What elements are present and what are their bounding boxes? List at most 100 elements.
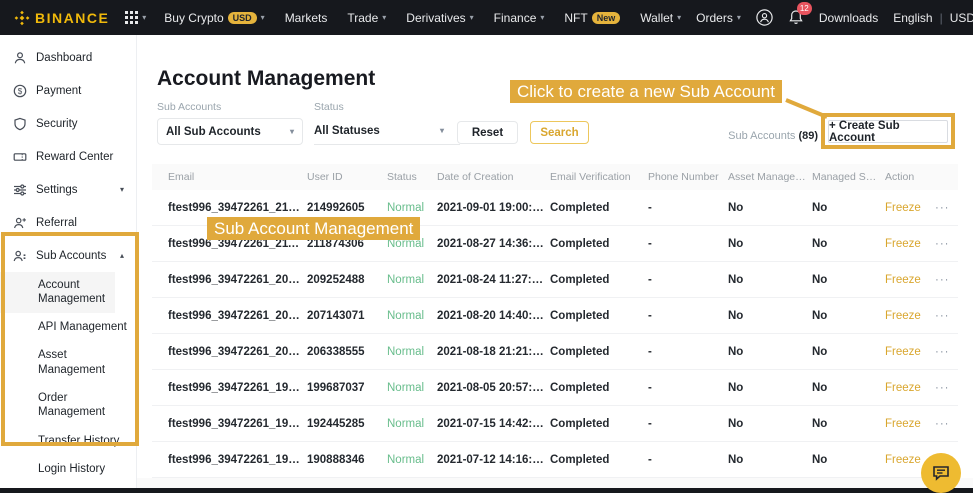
cell-managed-sub-account: No bbox=[812, 274, 885, 286]
column-header-status: Status bbox=[387, 171, 437, 183]
language-selector[interactable]: English bbox=[893, 11, 932, 25]
column-header-email: Email bbox=[168, 171, 307, 183]
cell-asset-management: No bbox=[728, 202, 812, 214]
currency-selector[interactable]: USD bbox=[950, 11, 973, 25]
freeze-action-link[interactable]: Freeze bbox=[885, 346, 935, 358]
footer-bar bbox=[0, 488, 973, 493]
cell-user-id: 190888346 bbox=[307, 454, 387, 466]
top-navbar: BINANCE ▾ Buy Crypto USD ▾ Markets bbox=[0, 0, 973, 35]
chevron-down-icon: ▾ bbox=[290, 128, 294, 136]
cell-email: ftest996_39472261_207... bbox=[168, 310, 307, 322]
chevron-down-icon: ▾ bbox=[382, 14, 386, 22]
cell-email-verification: Completed bbox=[550, 202, 648, 214]
column-header-date-of-creation: Date of Creation bbox=[437, 171, 550, 183]
app-grid-menu[interactable]: ▾ bbox=[125, 11, 146, 24]
sidebar-subitem-login-history[interactable]: Login History bbox=[0, 455, 136, 483]
cell-status: Normal bbox=[387, 346, 437, 358]
cell-email: ftest996_39472261_206... bbox=[168, 346, 307, 358]
cell-managed-sub-account: No bbox=[812, 346, 885, 358]
cell-email: ftest996_39472261_190... bbox=[168, 454, 307, 466]
cell-date-of-creation: 2021-08-18 21:21:00 bbox=[437, 346, 550, 358]
cell-phone-number: - bbox=[648, 382, 728, 394]
sub-accounts-summary: Sub Accounts(89) bbox=[660, 130, 818, 142]
freeze-action-link[interactable]: Freeze bbox=[885, 274, 935, 286]
table-row: ftest996_39472261_206... 206338555 Norma… bbox=[152, 334, 958, 370]
sidebar-item-reward-center[interactable]: Reward Center bbox=[0, 140, 136, 173]
cell-email: ftest996_39472261_192... bbox=[168, 418, 307, 430]
cell-date-of-creation: 2021-08-27 14:36:13 bbox=[437, 238, 550, 250]
notifications-button[interactable]: 12 bbox=[788, 9, 804, 26]
nav-orders[interactable]: Orders ▾ bbox=[696, 11, 741, 25]
sidebar-item-label: Reward Center bbox=[36, 151, 113, 163]
nav-finance[interactable]: Finance ▾ bbox=[494, 11, 545, 25]
more-actions-button[interactable]: ··· bbox=[935, 202, 958, 214]
nav-derivatives[interactable]: Derivatives ▾ bbox=[406, 11, 473, 25]
cell-user-id: 214992605 bbox=[307, 202, 387, 214]
page-title: Account Management bbox=[157, 67, 375, 91]
annotation-box-sub-accounts bbox=[1, 232, 139, 446]
dashboard-icon bbox=[13, 51, 27, 65]
sidebar-item-dashboard[interactable]: Dashboard bbox=[0, 41, 136, 74]
more-actions-button[interactable]: ··· bbox=[935, 418, 958, 430]
nav-label: Derivatives bbox=[406, 11, 465, 25]
nav-markets[interactable]: Markets bbox=[285, 11, 328, 25]
nav-label: Finance bbox=[494, 11, 537, 25]
profile-button[interactable] bbox=[756, 9, 773, 26]
more-actions-button[interactable]: ··· bbox=[935, 238, 958, 250]
chevron-down-icon: ▾ bbox=[737, 14, 741, 22]
cell-status: Normal bbox=[387, 454, 437, 466]
cell-user-id: 199687037 bbox=[307, 382, 387, 394]
nav-label: NFT bbox=[564, 11, 587, 25]
chevron-down-icon: ▾ bbox=[440, 127, 444, 135]
sidebar-item-label: Security bbox=[36, 118, 78, 130]
sidebar-item-settings[interactable]: Settings ▾ bbox=[0, 173, 136, 206]
freeze-action-link[interactable]: Freeze bbox=[885, 202, 935, 214]
search-button[interactable]: Search bbox=[530, 121, 589, 144]
cell-email-verification: Completed bbox=[550, 454, 648, 466]
cell-phone-number: - bbox=[648, 310, 728, 322]
cell-email-verification: Completed bbox=[550, 382, 648, 394]
more-actions-button[interactable]: ··· bbox=[935, 382, 958, 394]
shield-icon bbox=[13, 117, 27, 131]
freeze-action-link[interactable]: Freeze bbox=[885, 310, 935, 322]
cell-managed-sub-account: No bbox=[812, 238, 885, 250]
more-actions-button[interactable]: ··· bbox=[935, 310, 958, 322]
binance-sub-account-page: BINANCE ▾ Buy Crypto USD ▾ Markets bbox=[0, 0, 973, 493]
status-select[interactable]: All Statuses ▾ bbox=[314, 118, 460, 145]
table-row: ftest996_39472261_209... 209252488 Norma… bbox=[152, 262, 958, 298]
cell-email-verification: Completed bbox=[550, 310, 648, 322]
chevron-down-icon: ▾ bbox=[142, 14, 146, 22]
cell-email-verification: Completed bbox=[550, 346, 648, 358]
nav-label: Orders bbox=[696, 11, 733, 25]
cell-status: Normal bbox=[387, 202, 437, 214]
table-row: ftest996_39472261_199... 199687037 Norma… bbox=[152, 370, 958, 406]
cell-date-of-creation: 2021-08-05 20:57:55 bbox=[437, 382, 550, 394]
column-header-asset-management: Asset Management bbox=[728, 171, 812, 183]
cell-asset-management: No bbox=[728, 454, 812, 466]
annotation-section-label: Sub Account Management bbox=[207, 217, 420, 240]
column-header-user-id: User ID bbox=[307, 171, 387, 183]
cell-managed-sub-account: No bbox=[812, 202, 885, 214]
more-actions-button[interactable]: ··· bbox=[935, 274, 958, 286]
nav-trade[interactable]: Trade ▾ bbox=[347, 11, 386, 25]
sidebar-item-payment[interactable]: $ Payment bbox=[0, 74, 136, 107]
nav-downloads[interactable]: Downloads bbox=[819, 11, 878, 25]
freeze-action-link[interactable]: Freeze bbox=[885, 418, 935, 430]
nav-nft[interactable]: NFT New bbox=[564, 11, 620, 25]
nav-buy-crypto[interactable]: Buy Crypto USD ▾ bbox=[164, 11, 264, 25]
chat-support-button[interactable] bbox=[921, 453, 961, 493]
more-actions-button[interactable]: ··· bbox=[935, 346, 958, 358]
sidebar-item-security[interactable]: Security bbox=[0, 107, 136, 140]
reset-button[interactable]: Reset bbox=[457, 121, 518, 144]
chevron-down-icon: ▾ bbox=[120, 185, 124, 194]
annotation-create-tooltip: Click to create a new Sub Account bbox=[510, 80, 782, 103]
sidebar-item-label: Settings bbox=[36, 184, 78, 196]
binance-logo[interactable]: BINANCE bbox=[14, 10, 109, 26]
freeze-action-link[interactable]: Freeze bbox=[885, 238, 935, 250]
nav-wallet[interactable]: Wallet ▾ bbox=[640, 11, 681, 25]
sub-accounts-select[interactable]: All Sub Accounts ▾ bbox=[157, 118, 303, 145]
status-filter-label: Status bbox=[314, 101, 344, 113]
cell-phone-number: - bbox=[648, 274, 728, 286]
freeze-action-link[interactable]: Freeze bbox=[885, 382, 935, 394]
cell-email-verification: Completed bbox=[550, 238, 648, 250]
